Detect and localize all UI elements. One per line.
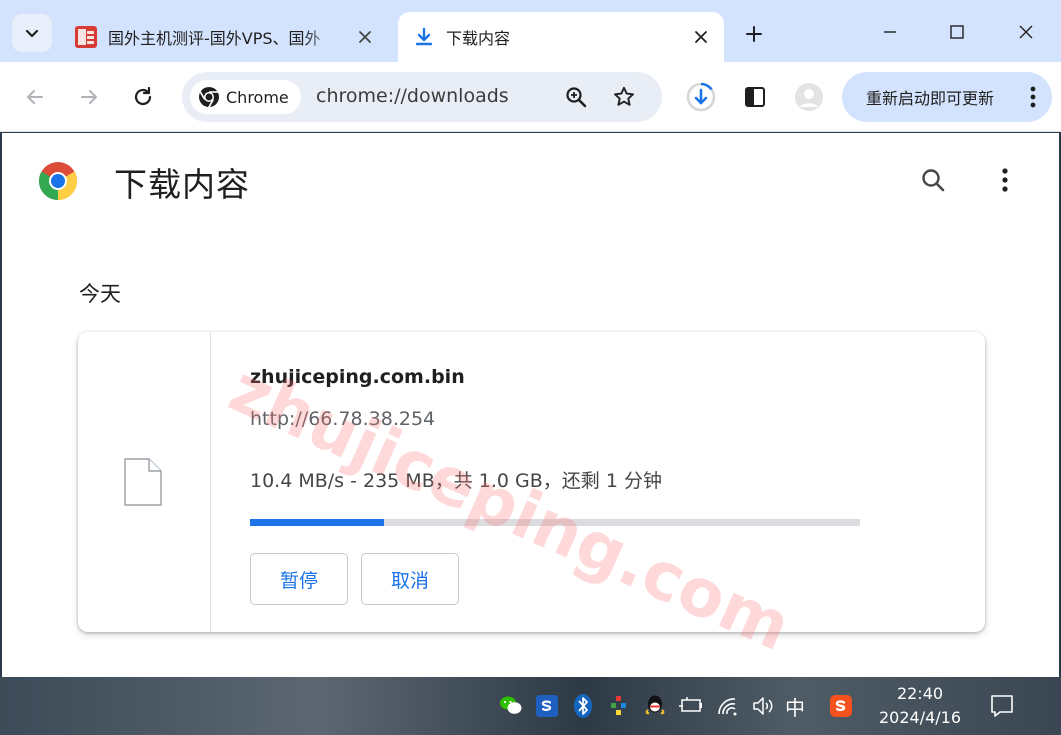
download-status: 10.4 MB/s - 235 MB，共 1.0 GB，还剩 1 分钟: [250, 470, 662, 492]
download-icon: [412, 25, 436, 49]
site-favicon-icon: [74, 25, 98, 49]
profile-button[interactable]: [792, 80, 826, 114]
tab-zhujiceping[interactable]: 国外主机测评-国外VPS、国外: [60, 12, 388, 62]
sougou-s-icon[interactable]: [533, 692, 561, 720]
zoom-icon: [566, 87, 587, 108]
battery-plug-icon[interactable]: [677, 692, 705, 720]
taskbar-clock[interactable]: 22:40 2024/4/16: [870, 682, 970, 730]
qq-icon[interactable]: [641, 692, 669, 720]
notification-icon[interactable]: [988, 692, 1016, 720]
maximize-button[interactable]: [937, 14, 977, 50]
chip-label: Chrome: [226, 87, 289, 107]
new-tab-button[interactable]: [738, 18, 770, 50]
more-vertical-icon: [1030, 86, 1036, 108]
downloads-button[interactable]: [684, 80, 718, 114]
color-grid-icon[interactable]: [605, 692, 633, 720]
window-close-button[interactable]: [1006, 14, 1046, 50]
file-icon-column: [78, 332, 211, 632]
file-source-url[interactable]: http://66.78.38.254: [250, 408, 435, 430]
chevron-down-icon: [25, 29, 39, 38]
bluetooth-icon[interactable]: [569, 692, 597, 720]
reload-button[interactable]: [126, 80, 160, 114]
side-panel-icon: [745, 87, 765, 107]
tab-search-button[interactable]: [12, 14, 52, 52]
url-text[interactable]: chrome://downloads: [316, 85, 509, 107]
chrome-icon: [199, 87, 219, 108]
bookmark-button[interactable]: [610, 83, 638, 111]
minimize-button[interactable]: [870, 14, 910, 50]
minimize-icon: [884, 31, 896, 33]
side-panel-button[interactable]: [738, 80, 772, 114]
close-icon[interactable]: [354, 26, 376, 48]
cancel-button[interactable]: 取消: [361, 553, 459, 605]
download-item: zhujiceping.com.bin http://66.78.38.254 …: [78, 332, 985, 632]
taskbar: 中 22:40 2024/4/16: [0, 677, 1061, 735]
relaunch-update-button[interactable]: 重新启动即可更新: [842, 72, 1052, 122]
update-label: 重新启动即可更新: [866, 89, 995, 108]
chrome-logo-icon: [38, 162, 78, 201]
avatar-icon: [795, 83, 823, 111]
close-icon[interactable]: [690, 26, 712, 48]
site-info-chip[interactable]: Chrome: [190, 80, 301, 114]
search-downloads-button[interactable]: [916, 163, 950, 197]
tab-title: 下载内容: [446, 29, 511, 48]
tab-downloads[interactable]: 下载内容: [398, 12, 724, 62]
more-actions-button[interactable]: [988, 163, 1022, 197]
section-header: 今天: [79, 282, 121, 306]
input-method-indicator[interactable]: 中: [785, 692, 805, 721]
page-title: 下载内容: [114, 165, 250, 204]
close-icon: [1019, 25, 1033, 39]
pause-button[interactable]: 暂停: [250, 553, 348, 605]
download-progress-icon: [686, 82, 716, 112]
address-bar[interactable]: Chrome chrome://downloads: [182, 72, 662, 122]
reload-icon: [134, 86, 152, 106]
more-vertical-icon: [1002, 168, 1008, 192]
file-name[interactable]: zhujiceping.com.bin: [250, 366, 465, 388]
download-progress-fill: [250, 519, 385, 526]
plus-icon: [746, 26, 762, 42]
arrow-left-icon: [27, 90, 43, 104]
clock-time: 22:40: [896, 684, 944, 703]
star-icon: [614, 86, 634, 106]
volume-icon[interactable]: [749, 692, 777, 720]
arrow-right-icon: [81, 90, 97, 104]
tab-title: 国外主机测评-国外VPS、国外: [108, 29, 321, 48]
back-button[interactable]: [18, 80, 52, 114]
clock-date: 2024/4/16: [878, 708, 962, 727]
zoom-button[interactable]: [562, 83, 590, 111]
sogou-input-icon[interactable]: [827, 692, 855, 720]
search-icon: [922, 169, 945, 192]
toolbar: Chrome chrome://downloads 重新启动即可更新: [0, 62, 1061, 132]
maximize-icon: [950, 25, 964, 39]
downloads-page: 下载内容 今天 zhujiceping.com.bin http://66.78…: [2, 133, 1059, 677]
wechat-icon[interactable]: [497, 692, 525, 720]
download-progress-bar: [250, 519, 860, 526]
file-icon: [124, 458, 162, 506]
wifi-icon[interactable]: [715, 692, 743, 720]
tab-strip: 国外主机测评-国外VPS、国外 下载内容: [0, 0, 1061, 62]
forward-button[interactable]: [72, 80, 106, 114]
